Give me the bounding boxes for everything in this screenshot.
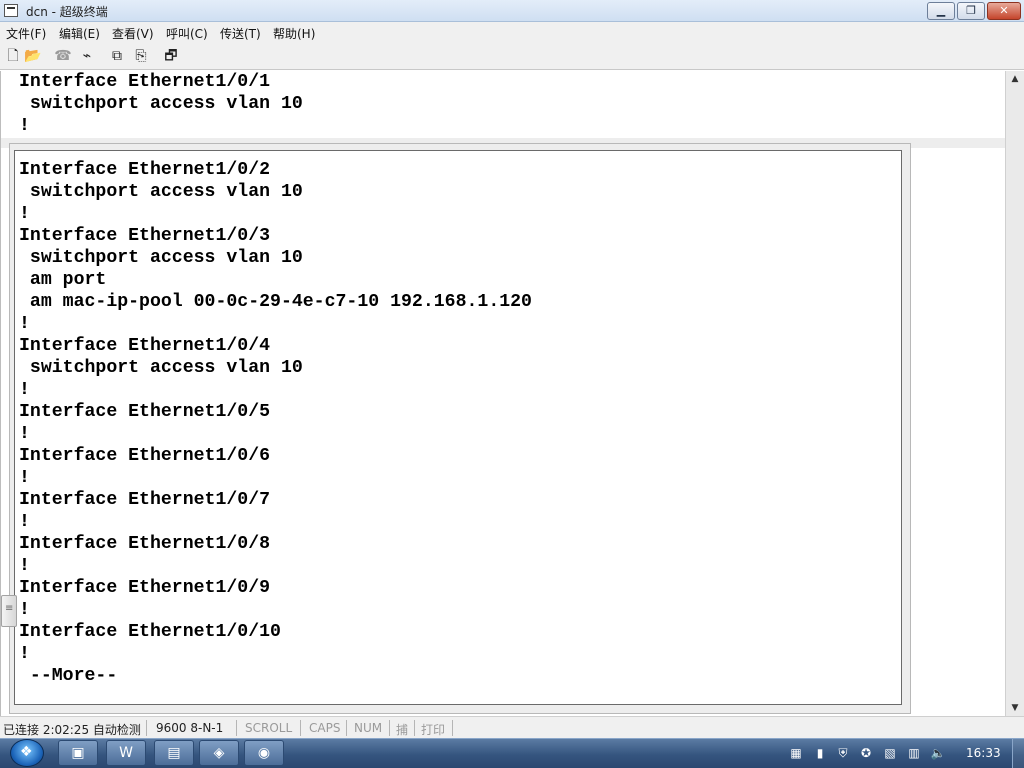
terminal-line: Interface Ethernet1/0/7 [19,490,271,510]
send-icon[interactable]: ⧉ [108,47,126,65]
show-desktop-button[interactable] [1012,739,1024,768]
network-task-icon[interactable]: ◈ [199,740,239,766]
terminal-line: Interface Ethernet1/0/6 [19,446,271,466]
status-capture: 捕 [396,723,409,737]
status-port-settings: 9600 8-N-1 [156,721,224,735]
terminal-line: Interface Ethernet1/0/5 [19,402,271,422]
scroll-up-arrow-icon[interactable]: ▲ [1009,74,1021,84]
terminal-line: Interface Ethernet1/0/1 [19,72,271,92]
menu-edit[interactable]: 编辑(E) [59,25,100,42]
folder-task-icon[interactable]: ▤ [154,740,194,766]
properties-icon[interactable]: 🗗 [162,47,180,65]
terminal-line: ! [19,512,30,532]
terminal-line: switchport access vlan 10 [19,248,303,268]
start-button[interactable]: ❖ [10,739,44,767]
status-divider [236,720,237,736]
call-icon[interactable]: ☎ [54,47,72,65]
status-divider [452,720,453,736]
status-divider [346,720,347,736]
menu-bar: 文件(F) 编辑(E) 查看(V) 呼叫(C) 传送(T) 帮助(H) [0,22,1024,42]
tray-security-icon[interactable]: ✪ [858,745,874,761]
tray-network-icon[interactable]: ▥ [906,745,922,761]
terminal-line: ! [19,600,30,620]
disconnect-icon[interactable]: ⌁ [78,47,96,65]
terminal-line: Interface Ethernet1/0/8 [19,534,271,554]
status-scroll: SCROLL [245,721,293,735]
status-divider [414,720,415,736]
menu-call[interactable]: 呼叫(C) [166,25,208,42]
terminal-line: Interface Ethernet1/0/9 [19,578,271,598]
toolbar: 🗋 📂 ☎ ⌁ ⧉ ⎘ 🗗 [0,42,1024,70]
hyperterminal-task-icon[interactable]: ◉ [244,740,284,766]
status-divider [146,720,147,736]
terminal-line: ! [19,424,30,444]
terminal-line: Interface Ethernet1/0/3 [19,226,271,246]
terminal-line: Interface Ethernet1/0/2 [19,160,271,180]
maximize-button[interactable]: ❐ [957,2,985,20]
status-print: 打印 [421,723,446,737]
more-prompt: --More-- [19,666,118,686]
menu-view[interactable]: 查看(V) [112,25,154,42]
menu-transfer[interactable]: 传送(T) [220,25,261,42]
minimize-button[interactable]: ▁ [927,2,955,20]
terminal-line: switchport access vlan 10 [19,358,303,378]
close-button[interactable]: ✕ [987,2,1021,20]
word-task-icon[interactable]: W [106,740,146,766]
terminal-line: Interface Ethernet1/0/10 [19,622,281,642]
terminal-line: ! [19,204,30,224]
windows-logo-icon: ❖ [20,744,33,760]
vertical-scrollbar[interactable]: ▲ ▼ [1005,71,1024,716]
explorer-task-icon[interactable]: ▣ [58,740,98,766]
status-num: NUM [354,721,383,735]
menu-file[interactable]: 文件(F) [6,25,46,42]
terminal-line: switchport access vlan 10 [19,182,303,202]
new-icon[interactable]: 🗋 [4,47,22,65]
terminal-line: ! [19,116,30,136]
taskbar-clock[interactable]: 16:33 [966,746,1001,760]
terminal-line: ! [19,468,30,488]
menu-help[interactable]: 帮助(H) [273,25,315,42]
status-bar: 已连接 2:02:25 自动检测 9600 8-N-1 SCROLL CAPS … [0,716,1024,738]
tray-clipboard-icon[interactable]: ▧ [882,745,898,761]
title-bar: dcn - 超级终端 ▁ ❐ ✕ [0,0,1024,22]
terminal-line: switchport access vlan 10 [19,94,303,114]
tray-battery-icon[interactable]: ▮ [812,745,828,761]
terminal-line: am mac-ip-pool 00-0c-29-4e-c7-10 192.168… [19,292,532,312]
terminal-line: am port [19,270,107,290]
status-divider [300,720,301,736]
status-caps: CAPS [309,721,341,735]
window-title: dcn - 超级终端 [26,5,108,19]
status-divider [389,720,390,736]
receive-icon[interactable]: ⎘ [132,47,150,65]
tray-app-icon[interactable]: ▦ [788,745,804,761]
terminal-line: ! [19,556,30,576]
hyperterminal-app-icon[interactable] [4,4,18,17]
scrollbar-thumb[interactable] [1,595,17,627]
terminal-line: ! [19,644,30,664]
open-icon[interactable]: 📂 [24,47,42,65]
scroll-down-arrow-icon[interactable]: ▼ [1009,703,1021,713]
tray-shield-icon[interactable]: ⛨ [835,745,851,761]
terminal-line: Interface Ethernet1/0/4 [19,336,271,356]
terminal-line: ! [19,314,30,334]
status-connection: 已连接 2:02:25 自动检测 [3,723,141,737]
terminal-line: ! [19,380,30,400]
tray-volume-icon[interactable]: 🔈 [930,745,946,761]
